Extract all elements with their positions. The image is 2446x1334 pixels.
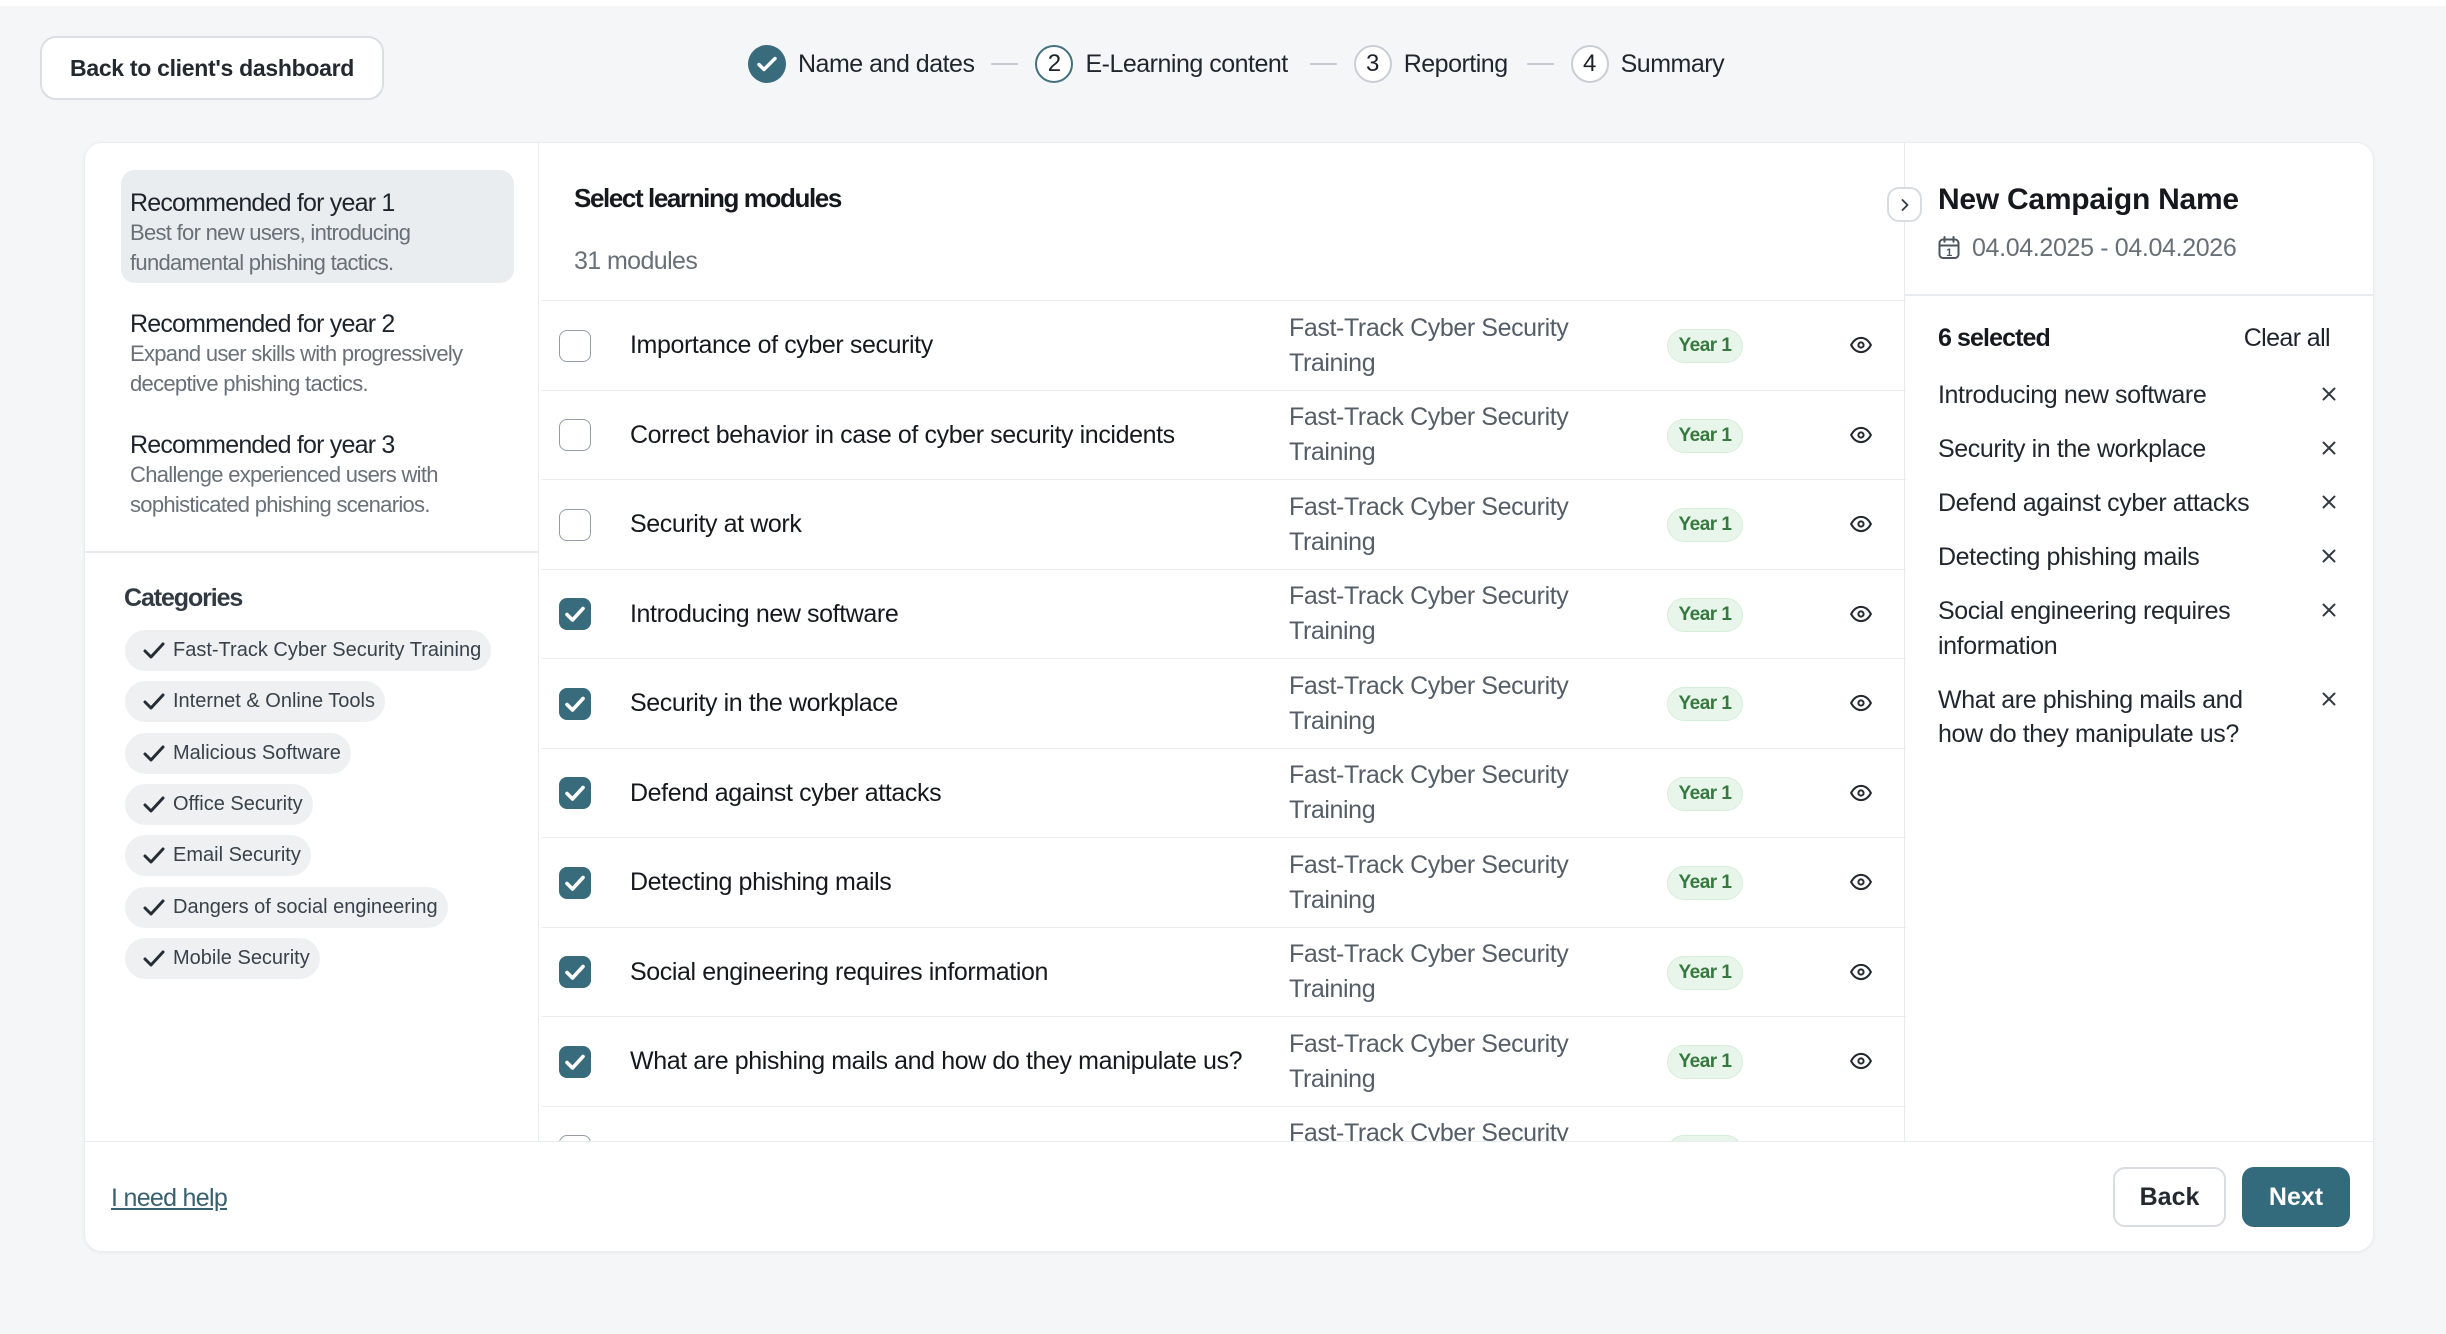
svg-text:1: 1 xyxy=(1946,247,1952,259)
